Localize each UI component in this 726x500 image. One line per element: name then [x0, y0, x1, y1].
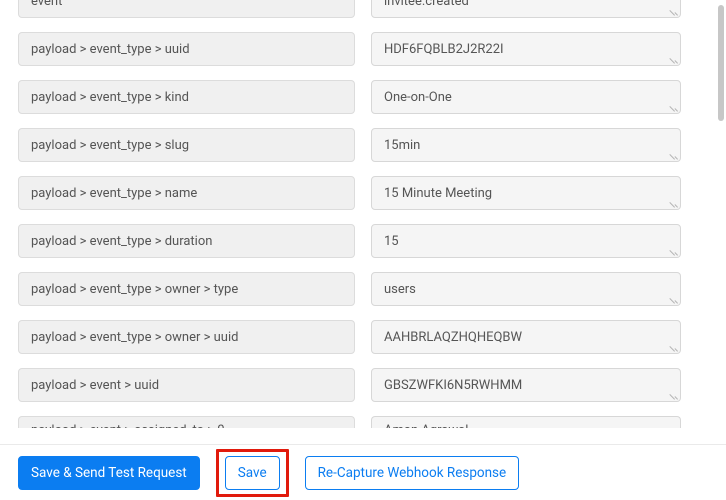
resize-handle-icon — [670, 391, 678, 399]
field-path-input[interactable]: payload > event > uuid — [18, 368, 355, 402]
field-value-input[interactable]: HDF6FQBLB2J2R22I — [371, 32, 681, 66]
field-value-text: HDF6FQBLB2J2R22I — [384, 42, 504, 57]
footer-actions: Save & Send Test Request Save Re-Capture… — [0, 444, 726, 500]
field-path-text: payload > event > assigned_to > 0 — [31, 423, 225, 428]
field-value-text: Aman Agrawal — [384, 423, 468, 428]
field-path-text: payload > event_type > owner > uuid — [31, 330, 238, 345]
field-row: payload > event_type > uuid HDF6FQBLB2J2… — [18, 32, 708, 66]
button-label: Save & Send Test Request — [31, 465, 187, 481]
field-path-input[interactable]: payload > event_type > name — [18, 176, 355, 210]
field-row: event invitee.created — [18, 0, 708, 18]
field-value-text: 15 — [384, 234, 399, 249]
save-send-test-button[interactable]: Save & Send Test Request — [18, 456, 200, 490]
field-row: payload > event > assigned_to > 0 Aman A… — [18, 416, 708, 428]
field-row: payload > event_type > owner > type user… — [18, 272, 708, 306]
field-value-input[interactable]: 15 — [371, 224, 681, 258]
field-value-text: AAHBRLAQZHQHEQBW — [384, 330, 522, 345]
field-path-text: payload > event_type > duration — [31, 234, 212, 249]
field-value-input[interactable]: 15 Minute Meeting — [371, 176, 681, 210]
field-path-input[interactable]: payload > event_type > uuid — [18, 32, 355, 66]
field-value-text: invitee.created — [384, 0, 469, 9]
field-row: payload > event_type > owner > uuid AAHB… — [18, 320, 708, 354]
field-path-text: payload > event_type > name — [31, 186, 197, 201]
field-value-input[interactable]: invitee.created — [371, 0, 681, 18]
field-path-input[interactable]: payload > event > assigned_to > 0 — [18, 416, 355, 428]
resize-handle-icon — [670, 151, 678, 159]
recapture-webhook-button[interactable]: Re-Capture Webhook Response — [305, 456, 520, 490]
field-value-input[interactable]: One-on-One — [371, 80, 681, 114]
field-value-text: 15 Minute Meeting — [384, 186, 492, 201]
field-path-input[interactable]: payload > event_type > kind — [18, 80, 355, 114]
resize-handle-icon — [670, 247, 678, 255]
resize-handle-icon — [670, 7, 678, 15]
field-value-text: GBSZWFKI6N5RWHMM — [384, 378, 522, 393]
field-value-input[interactable]: Aman Agrawal — [371, 416, 681, 428]
field-value-text: 15min — [384, 138, 420, 153]
field-path-text: payload > event_type > uuid — [31, 42, 190, 57]
field-row: payload > event_type > duration 15 — [18, 224, 708, 258]
field-value-input[interactable]: 15min — [371, 128, 681, 162]
resize-handle-icon — [670, 199, 678, 207]
resize-handle-icon — [670, 55, 678, 63]
field-path-text: payload > event_type > owner > type — [31, 282, 238, 297]
field-value-input[interactable]: users — [371, 272, 681, 306]
field-value-text: users — [384, 282, 416, 297]
button-label: Re-Capture Webhook Response — [318, 465, 507, 481]
save-button[interactable]: Save — [225, 456, 280, 490]
resize-handle-icon — [670, 103, 678, 111]
field-path-text: payload > event_type > kind — [31, 90, 189, 105]
field-row: payload > event_type > slug 15min — [18, 128, 708, 162]
field-value-input[interactable]: GBSZWFKI6N5RWHMM — [371, 368, 681, 402]
field-path-text: payload > event > uuid — [31, 378, 159, 393]
form-scroll-area[interactable]: event invitee.created payload > event_ty… — [0, 0, 726, 444]
resize-handle-icon — [670, 295, 678, 303]
field-path-input[interactable]: payload > event_type > owner > uuid — [18, 320, 355, 354]
field-path-input[interactable]: payload > event_type > duration — [18, 224, 355, 258]
field-path-input[interactable]: payload > event_type > slug — [18, 128, 355, 162]
field-path-text: payload > event_type > slug — [31, 138, 189, 153]
field-row: payload > event_type > name 15 Minute Me… — [18, 176, 708, 210]
field-value-text: One-on-One — [384, 90, 452, 105]
button-label: Save — [238, 465, 267, 481]
field-path-text: event — [31, 0, 62, 9]
scrollbar-thumb[interactable] — [718, 5, 724, 121]
highlight-box: Save — [216, 449, 289, 497]
field-value-input[interactable]: AAHBRLAQZHQHEQBW — [371, 320, 681, 354]
field-path-input[interactable]: payload > event_type > owner > type — [18, 272, 355, 306]
field-row: payload > event_type > kind One-on-One — [18, 80, 708, 114]
resize-handle-icon — [670, 343, 678, 351]
field-path-input[interactable]: event — [18, 0, 355, 18]
field-row: payload > event > uuid GBSZWFKI6N5RWHMM — [18, 368, 708, 402]
